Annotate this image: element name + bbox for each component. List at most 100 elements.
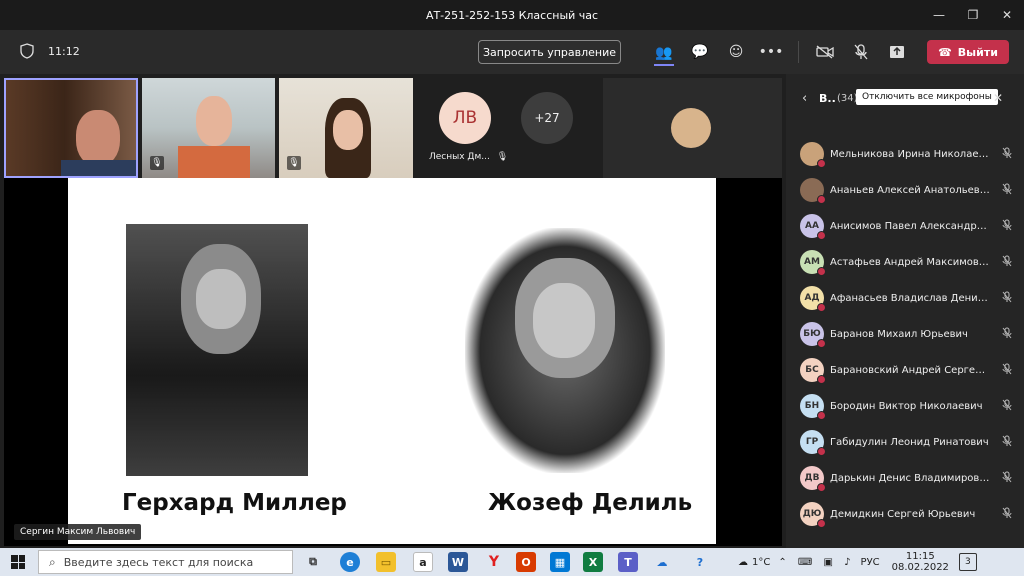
caption-right: Жозеф Делиль xyxy=(488,490,693,516)
yandex-icon[interactable]: Y xyxy=(484,552,504,572)
portrait-face xyxy=(196,269,246,329)
participants-panel: ‹ В.. (34) Отключить все микрофоны ✕ Мел… xyxy=(786,74,1024,548)
muted-mic-icon[interactable] xyxy=(1002,435,1012,450)
avatar: АМ xyxy=(800,250,826,276)
participant-name: Лесных Дм... xyxy=(429,152,490,162)
participant-name: Демидкин Сергей Юрьевич xyxy=(830,508,976,520)
mute-all-tooltip[interactable]: Отключить все микрофоны xyxy=(856,89,998,105)
status-dot xyxy=(817,483,826,492)
muted-mic-icon[interactable] xyxy=(1002,183,1012,198)
help-icon[interactable]: ? xyxy=(690,552,710,572)
participant-row[interactable]: БС Барановский Андрей Сергеевич xyxy=(786,352,1024,388)
edge-icon[interactable]: e xyxy=(340,552,360,572)
video-tile-4[interactable]: ЛВ Лесных Дм... 🎙 xyxy=(417,78,511,178)
participant-row[interactable]: ДВ Дарькин Денис Владимирович xyxy=(786,460,1024,496)
video-tile-3[interactable]: 🎙 xyxy=(279,78,413,178)
word-icon[interactable]: W xyxy=(448,552,468,572)
muted-mic-icon[interactable] xyxy=(1002,147,1012,162)
video-tile-6[interactable] xyxy=(603,78,782,178)
window-controls: — ❐ ✕ xyxy=(922,0,1024,30)
tray-icons[interactable]: ⌃ ⌨ ▣ ♪ xyxy=(778,557,854,568)
video-tile-2[interactable]: 🎙 xyxy=(142,78,275,178)
reactions-icon[interactable]: ☺ xyxy=(726,42,746,62)
participant-count: (34) xyxy=(837,92,858,104)
status-dot xyxy=(817,159,826,168)
clock[interactable]: 11:15 08.02.2022 xyxy=(892,551,949,573)
more-options-icon[interactable]: ••• xyxy=(759,42,784,62)
status-dot xyxy=(817,447,826,456)
video-tile-speaker[interactable] xyxy=(4,78,138,178)
clock-date: 08.02.2022 xyxy=(891,562,949,573)
windows-taskbar: ⌕ Введите здесь текст для поиска ⧉ e ▭ a… xyxy=(0,548,1024,576)
muted-mic-icon[interactable] xyxy=(1002,471,1012,486)
participants-icon[interactable]: 👥 xyxy=(654,42,674,66)
status-dot xyxy=(817,231,826,240)
leave-label: Выйти xyxy=(957,45,998,59)
portrait-face xyxy=(533,283,595,358)
chat-icon[interactable]: 💬 xyxy=(690,42,710,62)
muted-mic-icon[interactable] xyxy=(1002,399,1012,414)
participant-row[interactable]: АА Анисимов Павел Александров... xyxy=(786,208,1024,244)
weather-temp[interactable]: 1°C xyxy=(752,557,770,568)
office-icon[interactable]: O xyxy=(516,552,536,572)
camera-off-icon[interactable] xyxy=(815,42,835,62)
more-participants-tile[interactable]: +27 xyxy=(515,78,579,178)
notification-center-icon[interactable]: 3 xyxy=(958,553,977,571)
avatar-initials: АД xyxy=(804,293,820,303)
panel-header: ‹ В.. (34) Отключить все микрофоны ✕ xyxy=(786,86,1024,110)
muted-mic-icon[interactable] xyxy=(1002,327,1012,342)
participant-list: Мельникова Ирина Николаевна Ананьев Алекс… xyxy=(786,136,1024,532)
leave-button[interactable]: ☎ Выйти xyxy=(927,40,1009,64)
participant-row[interactable]: АМ Астафьев Андрей Максимович xyxy=(786,244,1024,280)
avatar-initials: ДВ xyxy=(804,473,820,483)
status-dot xyxy=(817,339,826,348)
amazon-icon[interactable]: a xyxy=(413,552,433,572)
avatar: ЛВ xyxy=(439,92,491,144)
status-dot xyxy=(817,375,826,384)
share-screen-icon[interactable] xyxy=(887,42,907,62)
participant-row[interactable]: ДЮ Демидкин Сергей Юрьевич xyxy=(786,496,1024,532)
muted-mic-icon[interactable] xyxy=(1002,219,1012,234)
muted-mic-icon[interactable] xyxy=(1002,291,1012,306)
muted-mic-icon[interactable] xyxy=(1002,363,1012,378)
muted-mic-icon[interactable] xyxy=(1002,255,1012,270)
excel-icon[interactable]: X xyxy=(583,552,603,572)
panel-title: В.. xyxy=(819,91,836,105)
participant-row[interactable]: БН Бородин Виктор Николаевич xyxy=(786,388,1024,424)
avatar-initials: АА xyxy=(805,221,819,231)
participant-row[interactable]: Мельникова Ирина Николаевна xyxy=(786,136,1024,172)
participant-name: Ананьев Алексей Анатольевич xyxy=(830,184,990,196)
weather-icon[interactable]: ☁ xyxy=(738,557,748,568)
weather-app-icon[interactable]: ☁ xyxy=(652,552,672,572)
close-panel-icon[interactable]: ✕ xyxy=(993,91,1003,105)
maximize-icon[interactable]: ❐ xyxy=(956,0,990,30)
status-dot xyxy=(817,195,826,204)
avatar-initials: АМ xyxy=(804,257,820,267)
participant-name: Астафьев Андрей Максимович xyxy=(830,256,990,268)
status-dot xyxy=(817,411,826,420)
person-shirt xyxy=(178,146,250,178)
participant-name: Баранов Михаил Юрьевич xyxy=(830,328,968,340)
muted-mic-icon[interactable] xyxy=(1002,507,1012,522)
task-view-icon[interactable]: ⧉ xyxy=(303,552,323,572)
file-explorer-icon[interactable]: ▭ xyxy=(376,552,396,572)
mic-off-icon[interactable] xyxy=(851,42,871,62)
back-chevron-icon[interactable]: ‹ xyxy=(802,91,807,106)
avatar: АА xyxy=(800,214,826,240)
minimize-icon[interactable]: — xyxy=(922,0,956,30)
participant-row[interactable]: ГР Габидулин Леонид Ринатович xyxy=(786,424,1024,460)
language-indicator[interactable]: РУС xyxy=(861,557,880,568)
windows-start-icon[interactable] xyxy=(11,555,25,569)
avatar xyxy=(671,108,711,148)
teams-icon[interactable]: T xyxy=(618,552,638,572)
taskbar-search[interactable]: ⌕ Введите здесь текст для поиска xyxy=(38,550,293,574)
meeting-toolbar: 11:12 Запросить управление 👥 💬 ☺ ••• ☎ В… xyxy=(0,30,1024,74)
participant-row[interactable]: Ананьев Алексей Анатольевич xyxy=(786,172,1024,208)
status-dot xyxy=(817,267,826,276)
close-icon[interactable]: ✕ xyxy=(990,0,1024,30)
participant-row[interactable]: БЮ Баранов Михаил Юрьевич xyxy=(786,316,1024,352)
avatar: ДЮ xyxy=(800,502,826,528)
participant-row[interactable]: АД Афанасьев Владислав Денисов... xyxy=(786,280,1024,316)
store-icon[interactable]: ▦ xyxy=(550,552,570,572)
request-control-button[interactable]: Запросить управление xyxy=(478,40,621,64)
